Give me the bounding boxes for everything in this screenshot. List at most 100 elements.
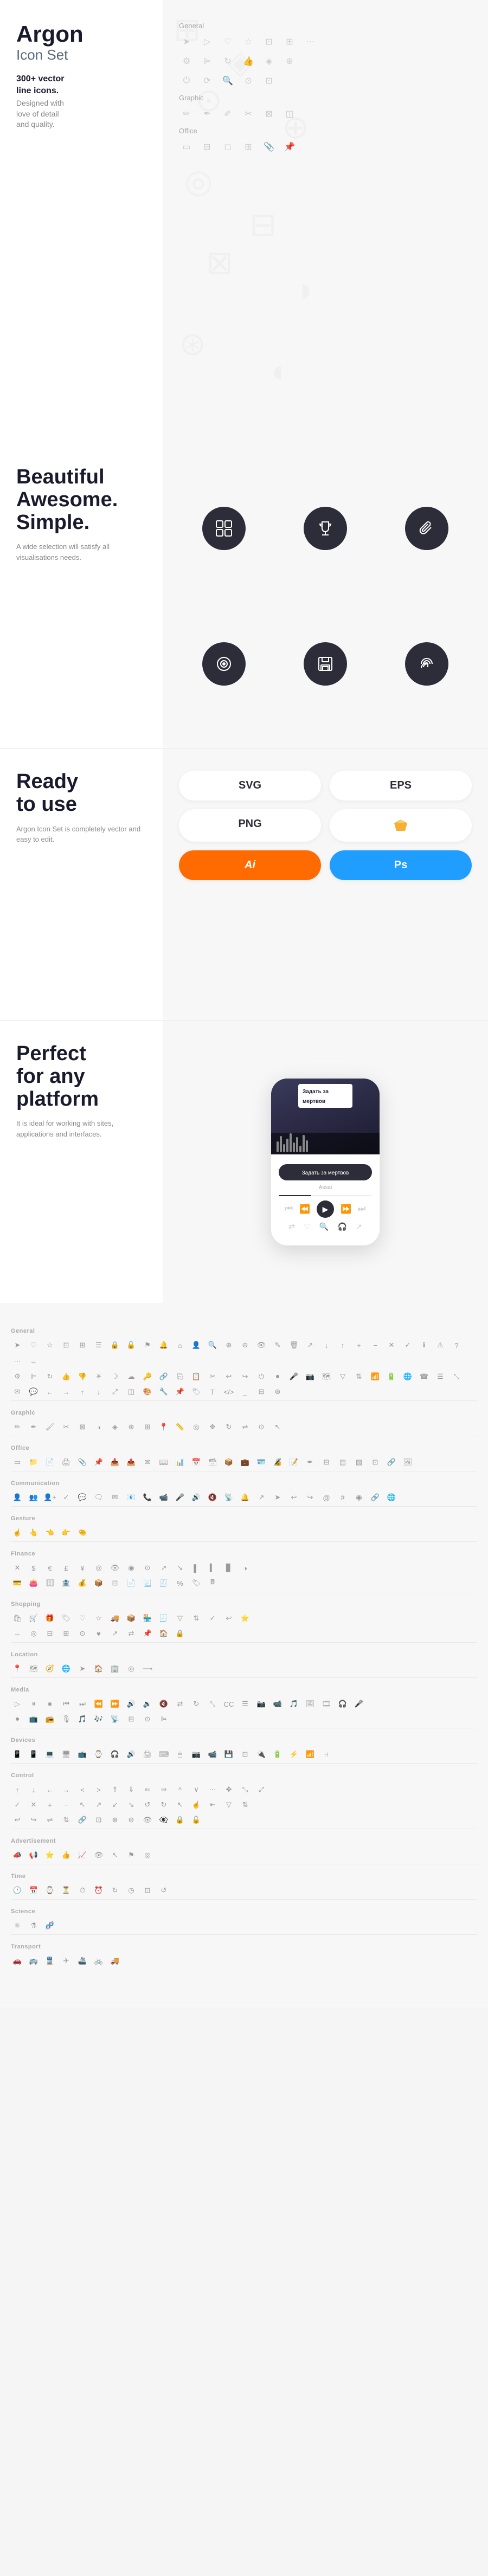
bottom-spacer (11, 1970, 477, 1991)
md-video: 📹 (271, 1697, 284, 1710)
gr-brush: 🖌 (43, 1421, 56, 1434)
gr-cursor: ↖ (271, 1421, 284, 1434)
fn-eye: 👁 (108, 1561, 121, 1574)
of-pen: ✒ (304, 1456, 317, 1469)
ad-target: ◎ (141, 1849, 154, 1862)
md-bcast: 📡 (108, 1713, 121, 1726)
featured-icon-6 (381, 602, 472, 726)
g-close: ✕ (385, 1339, 398, 1352)
of-folder: 📁 (27, 1456, 40, 1469)
icon-crop: ⊠ (261, 106, 277, 121)
cm-forward: ↪ (304, 1491, 317, 1504)
divider-8 (11, 1677, 477, 1678)
ctrl-play[interactable]: ▶ (317, 1200, 334, 1218)
md-camera: 📷 (255, 1697, 268, 1710)
md-fwd: ⏩ (108, 1697, 121, 1710)
phone-controls: ⏮ ⏪ ▶ ⏩ ⏭ (279, 1200, 372, 1218)
dv-watch: ⌚ (92, 1748, 105, 1761)
ctrl-prev[interactable]: ⏮ (285, 1204, 293, 1214)
ctrl-rewind[interactable]: ⏪ (299, 1204, 310, 1215)
gr-dropper: ⊕ (125, 1421, 138, 1434)
fn-bar2: ▍ (206, 1561, 219, 1574)
ct-eye-off: 👁‍🗨 (157, 1813, 170, 1826)
ct-minus: − (60, 1798, 73, 1811)
platform-title: Perfect for any platform (16, 1043, 146, 1111)
sh-rate: ⭐ (239, 1612, 252, 1625)
lc-area: ◎ (125, 1662, 138, 1675)
watermark-7: ⊠ (206, 244, 233, 282)
ct-hand: ☝ (190, 1798, 203, 1811)
circle-trophy (304, 507, 347, 550)
ctrl-forward[interactable]: ⏩ (341, 1204, 351, 1215)
ct-arrow-ul: ↖ (76, 1798, 89, 1811)
fn-coin: ◎ (92, 1561, 105, 1574)
ad-flag: ⚑ (125, 1849, 138, 1862)
progress-bar-track (279, 1195, 372, 1196)
control-grid-2: ✓ ✕ + − ↖ ↗ ↙ ↘ ↺ ↻ ↖ ☝ ⇤ ▽ ⇅ (11, 1798, 477, 1811)
md-sub2: ⊟ (125, 1713, 138, 1726)
phone-icon-headphones: 🎧 (338, 1222, 347, 1231)
fn-bank: 🏦 (60, 1577, 73, 1590)
g-globe: 🌐 (401, 1370, 414, 1383)
sh-qr: ⊞ (60, 1627, 73, 1640)
tr-train: 🚆 (43, 1954, 56, 1967)
dv-wifi: 📶 (304, 1748, 317, 1761)
cat-shopping: Shopping (11, 1601, 477, 1607)
icon-play: ▷ (200, 34, 215, 49)
of-archive: 🗃 (206, 1456, 219, 1469)
sh-house: 🏠 (157, 1627, 170, 1640)
fn-receipt: 🧾 (157, 1577, 170, 1590)
tm-clock: 🕐 (11, 1884, 24, 1897)
icon-pencil: ✏ (179, 106, 194, 121)
dv-tablet: 📱 (27, 1748, 40, 1761)
md-next: ⏭ (76, 1697, 89, 1710)
tr-bike: 🚲 (92, 1954, 105, 1967)
g-server: ⊟ (255, 1385, 268, 1398)
office-label: Office (179, 127, 472, 135)
cm-broadcast: 📡 (222, 1491, 235, 1504)
cm-user-add: 👤+ (43, 1491, 56, 1504)
sh-size: ⇔ (11, 1627, 24, 1640)
ct-filter: ▽ (222, 1798, 235, 1811)
md-rep: ↻ (190, 1697, 203, 1710)
g-user: 👤 (190, 1339, 203, 1352)
sh-fav: ♥ (92, 1627, 105, 1640)
ctrl-next[interactable]: ⏭ (358, 1204, 365, 1214)
fn-box: 📦 (92, 1577, 105, 1590)
of-table: ⊡ (369, 1456, 382, 1469)
sh-star: ☆ (92, 1612, 105, 1625)
g-paste: 📋 (190, 1370, 203, 1383)
ct-more: > (92, 1783, 105, 1796)
top-section: Argon Icon Set 300+ vector line icons. D… (0, 0, 488, 444)
ct-x: ✕ (27, 1798, 40, 1811)
fn-grow: ↗ (157, 1561, 170, 1574)
of-inbox: 📥 (108, 1456, 121, 1469)
fn-bar3: ▊ (222, 1561, 235, 1574)
ct-dn: ↓ (27, 1783, 40, 1796)
icon-grid: ⊞ (282, 34, 297, 49)
gr-scissors: ✂ (60, 1421, 73, 1434)
featured-icon-5 (280, 602, 371, 726)
format-sketch (330, 809, 472, 842)
song-info-btn[interactable]: Задать за мертвов (279, 1164, 372, 1180)
g-minus: − (369, 1339, 382, 1352)
fn-pie: ◑ (239, 1561, 252, 1574)
cm-mail-open: 📧 (125, 1491, 138, 1504)
song-title: Задать за мертвов (302, 1170, 349, 1176)
ct-dn2: ∨ (190, 1783, 203, 1796)
tr-bus: 🚌 (27, 1954, 40, 1967)
divider-13 (11, 1899, 477, 1900)
icon-like: 👍 (241, 54, 256, 69)
location-grid: 📍 🗺 🧭 🌐 ➤ 🏠 🏢 ◎ ⟶ (11, 1662, 477, 1675)
ct-move: ✥ (222, 1783, 235, 1796)
g-zoom-in: ⊕ (222, 1339, 235, 1352)
sketch-logo-icon (393, 818, 408, 833)
divider-7 (11, 1642, 477, 1643)
gr-rotate: ↻ (222, 1421, 235, 1434)
md-rec: ⏺ (11, 1713, 24, 1726)
ad-star: ⭐ (43, 1849, 56, 1862)
of-box: 📦 (222, 1456, 235, 1469)
g-filter: ▽ (336, 1370, 349, 1383)
ct-rotate-l: ↺ (141, 1798, 154, 1811)
phone-icon-heart: ♡ (304, 1222, 311, 1231)
